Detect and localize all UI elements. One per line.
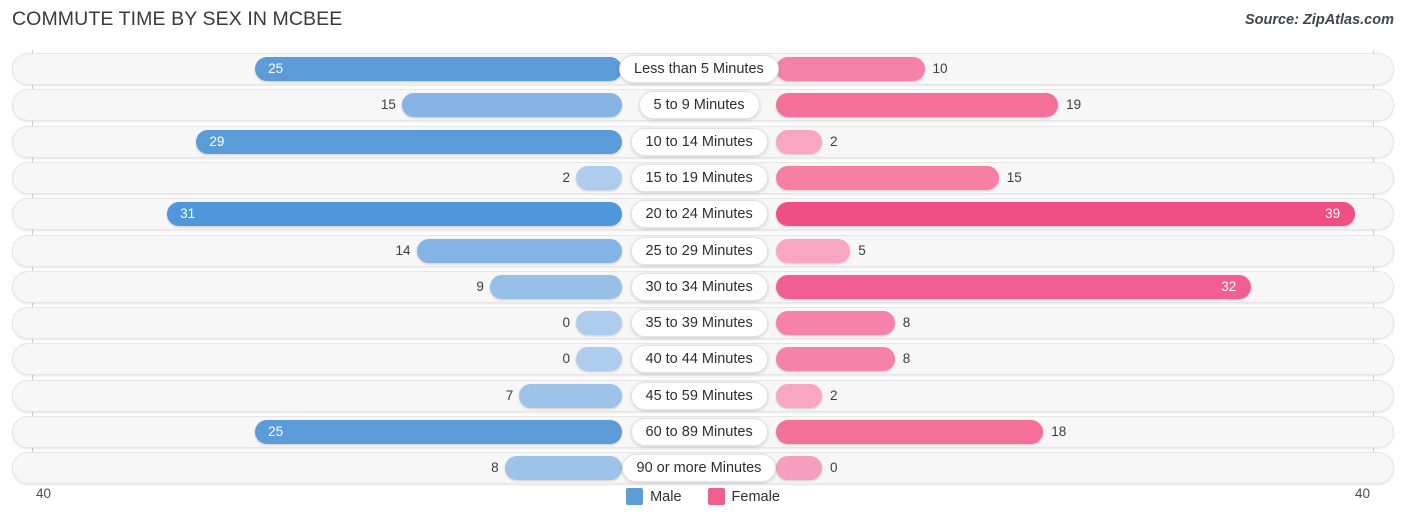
category-label: 30 to 34 Minutes	[630, 272, 768, 301]
bar-value-female: 5	[858, 242, 866, 258]
category-label: 45 to 59 Minutes	[630, 381, 768, 410]
bar-female[interactable]	[776, 383, 822, 408]
bar-female[interactable]	[776, 420, 1044, 444]
page-title: COMMUTE TIME BY SEX IN MCBEE	[12, 8, 343, 30]
category-label: 90 or more Minutes	[621, 454, 777, 483]
bar-value-female: 39	[1325, 206, 1341, 222]
bar-male[interactable]	[196, 129, 622, 154]
legend-swatch-female-icon	[707, 488, 725, 505]
bar-female[interactable]	[776, 274, 1252, 299]
chart-container: COMMUTE TIME BY SEX IN MCBEE Source: Zip…	[0, 0, 1406, 522]
category-label: 60 to 89 Minutes	[630, 418, 768, 446]
bar-value-female: 15	[1006, 169, 1022, 185]
chart-row: 0 8 35 to 39 Minutes	[0, 307, 1406, 343]
bar-male[interactable]	[519, 383, 622, 408]
bar-male[interactable]	[401, 93, 622, 118]
bar-female[interactable]	[776, 93, 1059, 118]
chart-row: 2 15 15 to 19 Minutes	[0, 161, 1406, 198]
bar-female[interactable]	[776, 57, 925, 81]
bar-value-male: 25	[268, 424, 284, 439]
bar-male[interactable]	[576, 347, 622, 372]
bar-female[interactable]	[776, 202, 1356, 227]
bar-male[interactable]	[416, 238, 622, 263]
chart-row: 25 18 60 to 89 Minutes	[0, 416, 1406, 452]
category-label: 20 to 24 Minutes	[630, 200, 768, 229]
category-label: 40 to 44 Minutes	[630, 345, 768, 374]
category-label: 25 to 29 Minutes	[630, 236, 768, 265]
bar-value-male: 31	[180, 206, 196, 222]
chart-legend: Male Female	[0, 488, 1406, 505]
bar-female[interactable]	[776, 238, 851, 263]
chart-row: 9 32 30 to 34 Minutes	[0, 270, 1406, 307]
bar-value-female: 8	[902, 351, 911, 367]
bar-value-male: 8	[491, 460, 499, 476]
bar-value-male: 25	[268, 61, 284, 76]
chart-row: 8 0 90 or more Minutes	[0, 452, 1406, 488]
chart-row: 0 8 40 to 44 Minutes	[0, 343, 1406, 379]
bar-value-female: 32	[1221, 278, 1237, 294]
chart-row: 14 5 25 to 29 Minutes	[0, 234, 1406, 271]
category-label: 5 to 9 Minutes	[638, 91, 760, 120]
bar-female[interactable]	[776, 456, 822, 481]
bar-female[interactable]	[776, 165, 999, 190]
bar-value-female: 8	[902, 315, 911, 331]
source-citation: Source: ZipAtlas.com	[1244, 12, 1394, 28]
bar-value-female: 10	[932, 61, 948, 76]
bar-male[interactable]	[255, 420, 622, 444]
bar-value-female: 18	[1051, 424, 1067, 439]
bar-value-female: 0	[830, 460, 838, 476]
bar-value-male: 29	[209, 133, 225, 149]
bar-male[interactable]	[576, 311, 622, 336]
legend-swatch-male-icon	[626, 488, 644, 505]
bar-female[interactable]	[776, 129, 822, 154]
chart-row: 29 2 10 to 14 Minutes	[0, 125, 1406, 162]
bar-value-female: 19	[1066, 97, 1082, 113]
bar-male[interactable]	[255, 57, 622, 81]
bar-value-male: 2	[562, 169, 570, 185]
bar-female[interactable]	[776, 311, 895, 336]
chart-footer: 40 40 Male Female	[0, 484, 1406, 522]
bar-male[interactable]	[167, 202, 622, 227]
plot-area: 25 10 Less than 5 Minutes 15 19 5 to 9 Minute…	[0, 50, 1406, 485]
bar-female[interactable]	[776, 347, 895, 372]
legend-item-female[interactable]: Female	[707, 488, 780, 505]
category-label: 10 to 14 Minutes	[630, 127, 768, 156]
bar-value-male: 14	[395, 242, 411, 258]
category-label: Less than 5 Minutes	[619, 55, 779, 83]
bar-male[interactable]	[576, 165, 622, 190]
category-label: 15 to 19 Minutes	[630, 163, 768, 192]
bar-value-female: 2	[830, 387, 838, 403]
chart-row: 7 2 45 to 59 Minutes	[0, 379, 1406, 416]
bar-value-male: 7	[505, 387, 514, 403]
chart-row: 31 39 20 to 24 Minutes	[0, 198, 1406, 234]
chart-row: 15 19 5 to 9 Minutes	[0, 89, 1406, 125]
legend-item-male[interactable]: Male	[626, 488, 682, 505]
bar-value-male: 0	[562, 315, 570, 331]
bar-value-male: 15	[380, 97, 396, 113]
legend-label-female: Female	[731, 488, 780, 505]
chart-row: 25 10 Less than 5 Minutes	[0, 53, 1406, 89]
category-label: 35 to 39 Minutes	[630, 309, 768, 338]
bar-value-female: 2	[830, 133, 838, 149]
bar-male[interactable]	[489, 274, 622, 299]
bar-value-male: 0	[562, 351, 570, 367]
bar-value-male: 9	[476, 278, 484, 294]
bar-male[interactable]	[504, 456, 622, 481]
legend-label-male: Male	[650, 488, 682, 505]
